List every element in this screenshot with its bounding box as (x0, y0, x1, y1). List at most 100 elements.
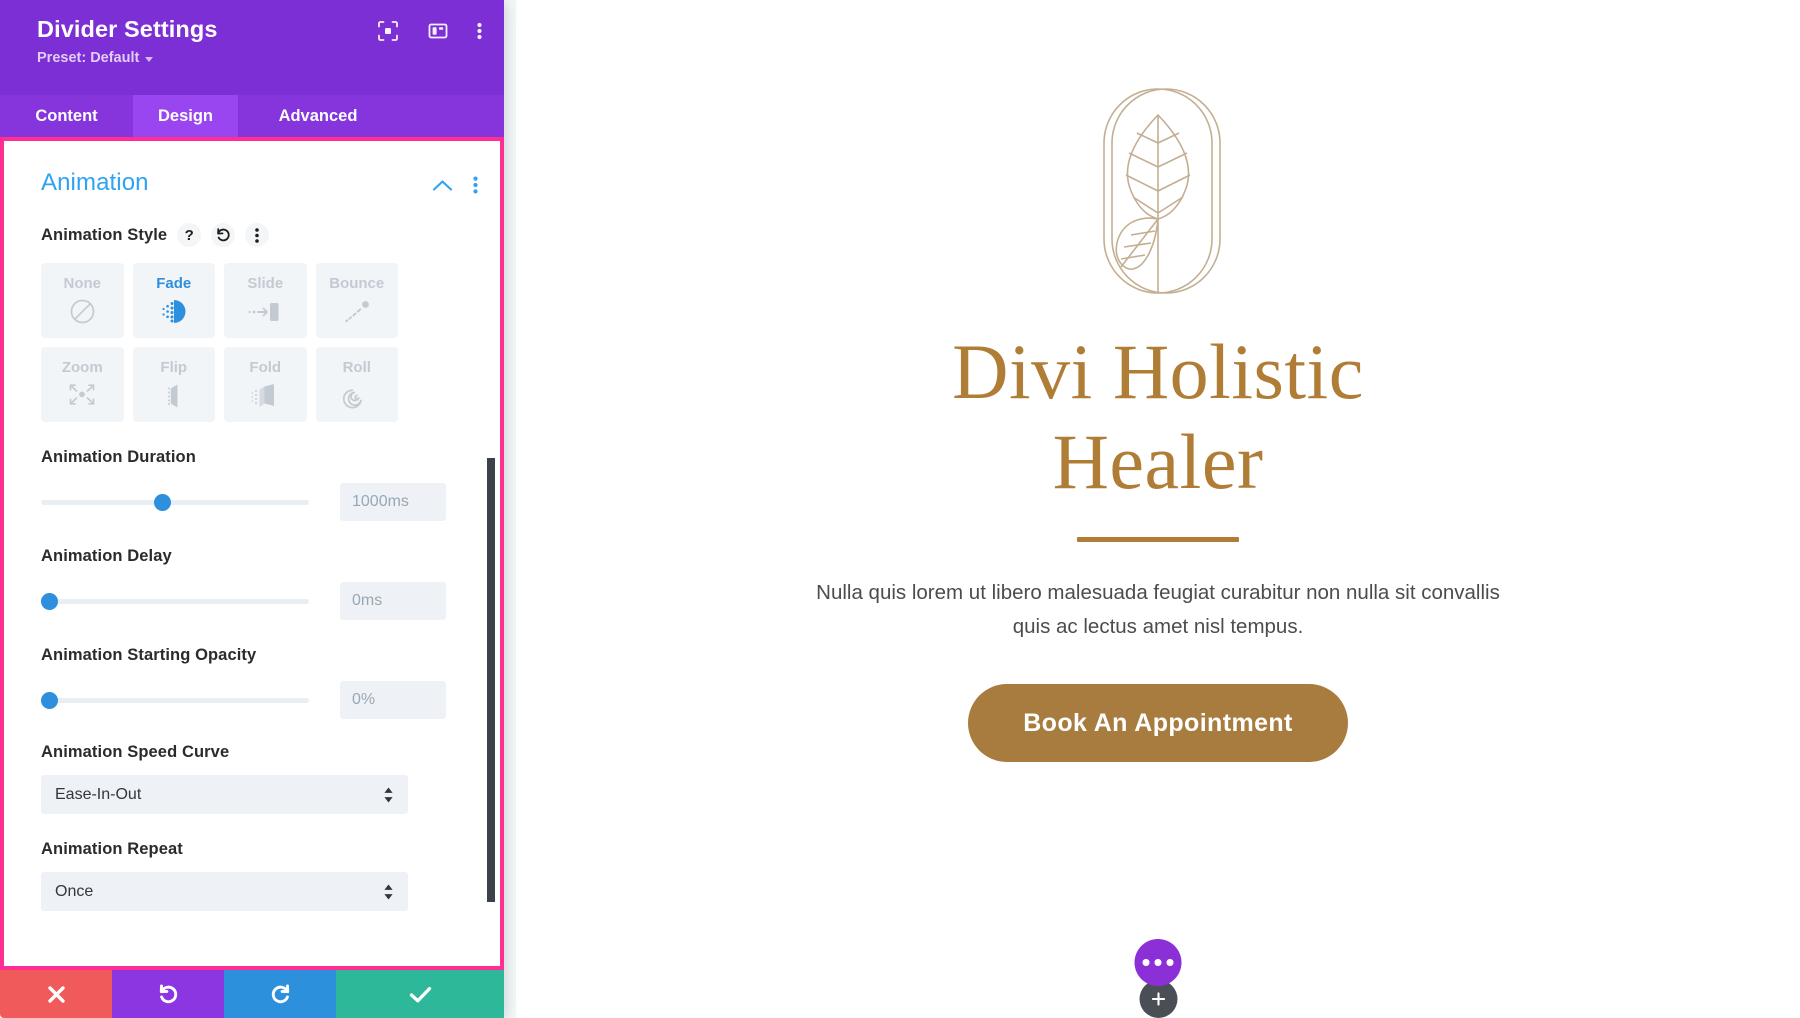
animation-option-label: Flip (160, 358, 188, 376)
animation-option-label: Roll (342, 358, 371, 376)
focus-frame-icon[interactable] (377, 20, 399, 42)
animation-option-label: Fold (249, 358, 282, 376)
screen-root: Divi Holistic Healer Nulla quis lorem ut… (0, 0, 1800, 1018)
slider-track (41, 598, 309, 604)
leaf-in-capsule-logo (1103, 88, 1221, 294)
animation-option-zoom[interactable]: Zoom (41, 347, 124, 422)
flip-icon (160, 381, 188, 411)
close-icon (47, 985, 65, 1003)
help-icon[interactable]: ? (177, 223, 202, 247)
slider-knob[interactable] (41, 592, 58, 610)
animation-section-title: Animation (41, 169, 149, 196)
animation-starting-opacity-label: Animation Starting Opacity (41, 646, 257, 664)
animation-repeat-select[interactable] (41, 872, 408, 911)
animation-speed-curve-label: Animation Speed Curve (41, 743, 230, 761)
animation-option-roll[interactable]: Roll (315, 347, 398, 422)
tabs-filler (398, 95, 504, 137)
save-button[interactable] (336, 970, 504, 1018)
animation-starting-opacity-slider[interactable] (41, 685, 309, 715)
animation-speed-curve-field: Animation Speed Curve (4, 743, 500, 814)
title-divider-rule (1077, 537, 1239, 542)
animation-option-label: Zoom (61, 358, 103, 376)
fab-dot (1154, 959, 1162, 966)
animation-option-fade[interactable]: Fade (132, 263, 215, 338)
page-subtext: Nulla quis lorem ut libero malesuada feu… (816, 581, 1500, 638)
slider-knob[interactable] (153, 493, 171, 511)
undo-arrow-icon (159, 984, 177, 1003)
modal-tabs: Content Design Advanced (0, 95, 504, 137)
preset-selector[interactable]: Preset: Default (37, 50, 482, 66)
animation-section-header[interactable]: Animation (4, 141, 500, 197)
animation-style-grid: None Fade Slide Bounce Zoom Flip Fold Ro… (41, 263, 478, 422)
redo-arrow-icon (271, 984, 289, 1003)
modal-action-bar (0, 970, 504, 1018)
reset-arrow-icon (216, 227, 230, 241)
animation-starting-opacity-input[interactable] (340, 681, 446, 719)
animation-style-field: Animation Style ? None Fade Slide Bounce… (4, 223, 500, 422)
animation-repeat-label: Animation Repeat (41, 840, 183, 858)
kebab-menu-icon[interactable] (473, 176, 478, 194)
animation-duration-input[interactable] (340, 483, 446, 521)
slider-track (41, 499, 309, 505)
chevron-up-icon[interactable] (432, 179, 453, 192)
design-tab-panel: Animation Animation Style ? None Fade Sl… (0, 137, 504, 970)
tab-advanced[interactable]: Advanced (238, 95, 398, 137)
reset-icon[interactable] (211, 223, 236, 247)
animation-starting-opacity-field: Animation Starting Opacity (4, 646, 500, 719)
redo-button[interactable] (224, 970, 336, 1018)
fade-icon (159, 297, 189, 327)
fold-icon (250, 381, 280, 411)
plus-icon (1151, 992, 1165, 1006)
animation-delay-input[interactable] (340, 582, 446, 620)
page-settings-fab[interactable] (1134, 939, 1182, 986)
modal-header: Divider Settings Preset: Default (0, 0, 504, 95)
animation-delay-slider[interactable] (41, 586, 309, 616)
panel-gutter (504, 0, 516, 1018)
modal-header-icons (377, 20, 482, 42)
animation-duration-slider[interactable] (41, 487, 309, 517)
kebab-menu-icon (255, 227, 259, 243)
settings-scroll-area: Animation Animation Style ? None Fade Sl… (4, 141, 500, 966)
animation-option-label: None (63, 274, 102, 292)
slider-track (41, 697, 309, 703)
layout-panel-icon[interactable] (427, 20, 449, 42)
bounce-icon (342, 297, 372, 327)
field-options-icon[interactable] (245, 223, 270, 247)
animation-option-bounce[interactable]: Bounce (315, 263, 398, 338)
fab-dot (1142, 959, 1150, 966)
animation-speed-curve-select[interactable] (41, 775, 408, 814)
spiral-roll-icon (342, 381, 371, 411)
book-appointment-button[interactable]: Book An Appointment (968, 684, 1348, 762)
animation-option-label: Bounce (329, 274, 385, 292)
undo-button[interactable] (112, 970, 224, 1018)
no-entry-icon (69, 297, 96, 327)
animation-option-slide[interactable]: Slide (224, 263, 307, 338)
kebab-menu-icon[interactable] (477, 20, 482, 42)
animation-style-label: Animation Style (41, 225, 168, 244)
floating-action-stack (1134, 939, 1182, 1018)
tab-design[interactable]: Design (133, 95, 238, 137)
animation-option-fold[interactable]: Fold (224, 347, 307, 422)
fab-dot (1166, 959, 1174, 966)
cancel-button[interactable] (0, 970, 112, 1018)
animation-repeat-field: Animation Repeat (4, 840, 500, 911)
tab-content[interactable]: Content (0, 95, 133, 137)
preset-label: Preset: Default (37, 50, 140, 66)
page-title: Divi Holistic Healer (516, 327, 1800, 507)
animation-option-label: Slide (247, 274, 284, 292)
animation-delay-field: Animation Delay (4, 547, 500, 620)
chevron-down-icon (145, 56, 154, 62)
page-title-line-2: Healer (1052, 418, 1264, 505)
slide-icon (248, 297, 282, 327)
animation-duration-label: Animation Duration (41, 448, 196, 466)
slider-knob[interactable] (41, 691, 58, 709)
check-icon (409, 986, 431, 1002)
zoom-arrows-icon (67, 381, 97, 411)
page-title-line-1: Divi Holistic (952, 328, 1364, 415)
animation-duration-field: Animation Duration (4, 448, 500, 521)
animation-delay-label: Animation Delay (41, 547, 172, 565)
animation-option-none[interactable]: None (41, 263, 124, 338)
settings-scrollbar-thumb[interactable] (487, 458, 495, 902)
animation-option-flip[interactable]: Flip (132, 347, 215, 422)
animation-option-label: Fade (156, 274, 192, 292)
